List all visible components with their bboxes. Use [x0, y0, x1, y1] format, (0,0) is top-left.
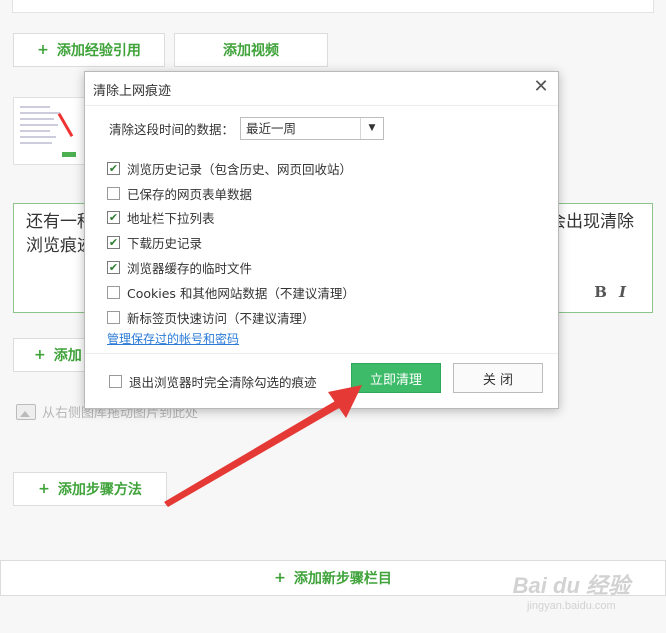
option-label: Cookies 和其他网站数据（不建议清理） — [127, 285, 355, 301]
image-icon — [16, 403, 36, 420]
divider — [85, 105, 558, 106]
add-video-button[interactable]: 添加视频 — [174, 33, 328, 67]
italic-button[interactable]: I — [619, 283, 638, 301]
plus-icon: + — [34, 347, 46, 363]
time-range-value: 最近一周 — [246, 121, 297, 136]
option-label: 已保存的网页表单数据 — [127, 186, 253, 202]
add-step-method-label: 添加步骤方法 — [57, 482, 142, 498]
time-range-select[interactable]: 最近一周 ▼ — [240, 117, 385, 140]
option-label: 地址栏下拉列表 — [127, 211, 215, 227]
dialog-title: 清除上网痕迹 — [93, 84, 172, 99]
option-form-data[interactable]: 已保存的网页表单数据 — [107, 181, 355, 206]
manage-passwords-link[interactable]: 管理保存过的帐号和密码 — [107, 330, 239, 347]
checkbox[interactable] — [107, 310, 120, 324]
checkbox[interactable] — [107, 186, 120, 200]
option-label: 新标签页快速访问（不建议清理） — [127, 310, 315, 326]
option-address-bar-list[interactable]: ✔ 地址栏下拉列表 — [107, 206, 355, 231]
checkbox[interactable] — [107, 285, 120, 299]
option-cache-files[interactable]: ✔ 浏览器缓存的临时文件 — [107, 255, 355, 280]
add-experience-ref-button[interactable]: + 添加经验引用 — [13, 33, 165, 67]
exit-clear-label: 退出浏览器时完全清除勾选的痕迹 — [129, 375, 317, 390]
add-experience-ref-label: 添加经验引用 — [56, 43, 141, 59]
option-label: 浏览历史记录（包含历史、网页回收站） — [127, 161, 353, 177]
option-label: 下载历史记录 — [127, 236, 203, 252]
plus-icon: + — [37, 42, 49, 58]
close-button[interactable]: 关 闭 — [453, 363, 543, 393]
format-toolbar: BI — [594, 280, 638, 304]
option-download-history[interactable]: ✔ 下载历史记录 — [107, 230, 355, 255]
option-cookies[interactable]: Cookies 和其他网站数据（不建议清理） — [107, 280, 355, 305]
clear-now-button[interactable]: 立即清理 — [351, 363, 441, 393]
step-image-thumbnail[interactable] — [13, 97, 91, 165]
arrow-mark — [57, 112, 74, 138]
option-label: 浏览器缓存的临时文件 — [127, 261, 253, 277]
add-video-label: 添加视频 — [223, 43, 279, 59]
checkbox[interactable]: ✔ — [107, 236, 120, 250]
editor-text-right: 会出现清除 — [549, 212, 634, 232]
chevron-down-icon[interactable]: ▼ — [360, 118, 383, 139]
watermark-url: jingyan.baidu.com — [526, 600, 616, 612]
exit-clear-row[interactable]: 退出浏览器时完全清除勾选的痕迹 — [109, 372, 317, 391]
watermark-logo: Bai du 经验 — [512, 573, 630, 598]
clear-options-list: ✔ 浏览历史记录（包含历史、网页回收站） 已保存的网页表单数据 ✔ 地址栏下拉列… — [107, 156, 355, 330]
bold-button[interactable]: B — [594, 283, 619, 301]
checkbox[interactable]: ✔ — [107, 261, 120, 275]
baidu-watermark: Bai du 经验 jingyan.baidu.com — [513, 568, 630, 612]
checkbox[interactable]: ✔ — [107, 161, 120, 175]
time-range-label: 清除这段时间的数据： — [109, 122, 235, 137]
option-browsing-history[interactable]: ✔ 浏览历史记录（包含历史、网页回收站） — [107, 156, 355, 181]
clear-browsing-traces-dialog: 清除上网痕迹 ✕ 清除这段时间的数据： 最近一周 ▼ ✔ 浏览历史记录（包含历史… — [84, 71, 559, 409]
divider — [85, 353, 558, 354]
button-mark — [62, 152, 76, 157]
time-range-row: 清除这段时间的数据： 最近一周 ▼ — [109, 117, 385, 140]
add-new-step-section-label: 添加新步骤栏目 — [293, 571, 392, 587]
add-step-method-button[interactable]: + 添加步骤方法 — [13, 472, 167, 506]
close-icon[interactable]: ✕ — [532, 78, 550, 96]
plus-icon: + — [38, 481, 50, 497]
plus-icon: + — [274, 570, 286, 586]
exit-clear-checkbox[interactable] — [109, 375, 122, 388]
checkbox[interactable]: ✔ — [107, 211, 120, 225]
add-partial-label: 添加 — [53, 348, 82, 364]
top-input-strip[interactable] — [12, 0, 654, 13]
option-new-tab-quick-access[interactable]: 新标签页快速访问（不建议清理） — [107, 305, 355, 330]
